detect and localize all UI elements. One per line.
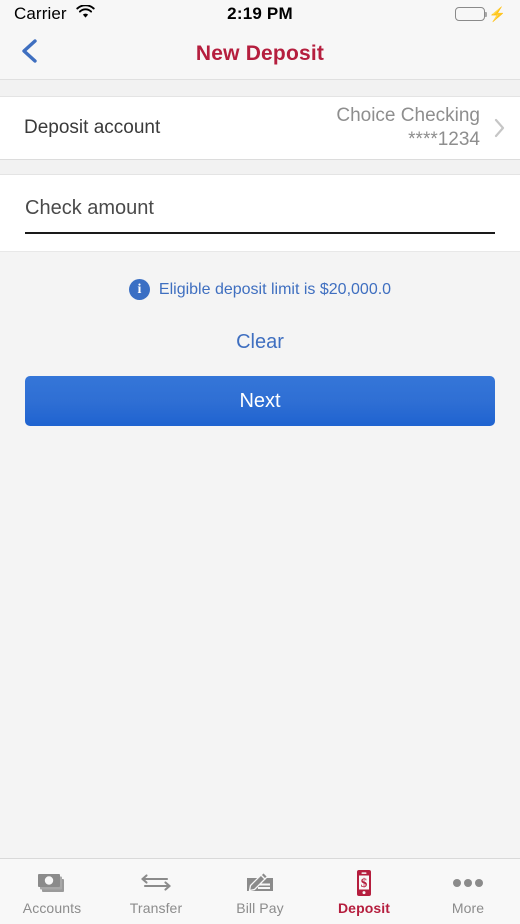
section-gap-middle: [0, 160, 520, 174]
check-amount-input[interactable]: [25, 197, 495, 234]
main-content: Deposit account Choice Checking ****1234…: [0, 80, 520, 858]
account-name: Choice Checking: [336, 105, 480, 127]
check-amount-card: [0, 174, 520, 252]
next-button-wrap: Next: [0, 354, 520, 426]
tab-transfer[interactable]: Transfer: [104, 859, 208, 924]
hint-area: i Eligible deposit limit is $20,000.0 Cl…: [0, 252, 520, 426]
transfer-arrows-icon: [139, 870, 173, 896]
deposit-account-value: Choice Checking ****1234: [336, 104, 480, 152]
deposit-account-row[interactable]: Deposit account Choice Checking ****1234: [0, 97, 520, 159]
tab-deposit-label: Deposit: [337, 900, 391, 916]
clear-button-wrap: Clear: [0, 300, 520, 354]
tab-accounts[interactable]: Accounts: [0, 859, 104, 924]
cash-stack-icon: [37, 870, 67, 896]
ellipsis-icon: [452, 870, 484, 896]
account-mask: ****1234: [408, 129, 480, 150]
phone-dollar-icon: $: [353, 870, 375, 896]
svg-text:$: $: [361, 875, 368, 890]
next-button[interactable]: Next: [25, 376, 495, 426]
clear-button[interactable]: Clear: [236, 331, 284, 354]
clock-label: 2:19 PM: [227, 4, 293, 23]
deposit-account-label: Deposit account: [24, 117, 161, 138]
chevron-right-icon: [492, 117, 506, 139]
page-title: New Deposit: [195, 41, 325, 65]
status-bar: Carrier 2:19 PM ⚡: [0, 0, 520, 28]
deposit-limit-hint: i Eligible deposit limit is $20,000.0: [0, 279, 520, 300]
tab-bar: Accounts Transfer Bill Pay $ Deposit Mor…: [0, 858, 520, 924]
deposit-account-card: Deposit account Choice Checking ****1234: [0, 96, 520, 160]
deposit-limit-text: Eligible deposit limit is $20,000.0: [158, 280, 392, 298]
tab-bill-pay[interactable]: Bill Pay: [208, 859, 312, 924]
tab-bill-pay-label: Bill Pay: [236, 900, 284, 916]
nav-bar: New Deposit: [0, 28, 520, 80]
tab-deposit[interactable]: $ Deposit: [312, 859, 416, 924]
section-gap-top: [0, 80, 520, 96]
battery-full-icon: [454, 7, 488, 21]
tab-accounts-label: Accounts: [22, 900, 82, 916]
tab-transfer-label: Transfer: [129, 900, 183, 916]
tab-more-label: More: [451, 900, 485, 916]
deposit-screen: Carrier 2:19 PM ⚡ New Deposit Deposit ac…: [0, 0, 520, 924]
check-pencil-icon: [244, 870, 276, 896]
info-icon: i: [128, 279, 150, 300]
tab-more[interactable]: More: [416, 859, 520, 924]
status-bar-right: ⚡: [454, 6, 506, 22]
charging-bolt-icon: ⚡: [488, 6, 506, 22]
